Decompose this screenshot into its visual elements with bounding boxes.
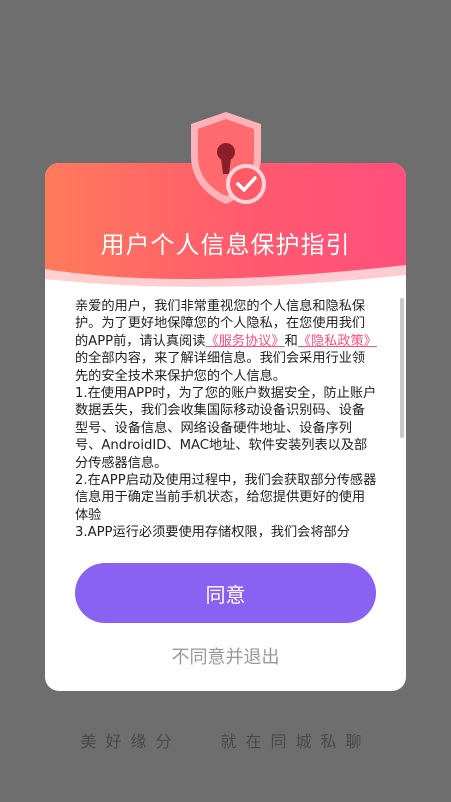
service-agreement-link[interactable]: 《服务协议》	[205, 334, 284, 349]
privacy-policy-link[interactable]: 《隐私政策》	[298, 334, 377, 349]
dialog-title: 用户个人信息保护指引	[100, 231, 351, 259]
content-scrollbar[interactable]	[400, 298, 404, 438]
privacy-dialog: 用户个人信息保护指引 亲爱的用户，我们非常重视您的个人信息和隐私保护。为了更好地…	[45, 163, 406, 691]
privacy-content[interactable]: 亲爱的用户，我们非常重视您的个人信息和隐私保护。为了更好地保障您的个人隐私，在您…	[75, 298, 378, 538]
slogan-left: 美好缘分	[80, 732, 181, 751]
slogan-right: 就在同城私聊	[220, 732, 371, 751]
point-3: 3.APP运行必须要使用存储权限，我们会将部分	[75, 525, 350, 538]
header-wave-decoration	[45, 265, 406, 293]
intro-paragraph: 亲爱的用户，我们非常重视您的个人信息和隐私保护。为了更好地保障您的个人隐私，在您…	[75, 299, 377, 384]
background-slogan: 美好缘分 就在同城私聊	[0, 728, 451, 751]
shield-lock-check-icon	[191, 112, 266, 204]
point-1: 1.在使用APP时，为了您的账户数据安全，防止账户数据丢失，我们会收集国际移动设…	[75, 386, 377, 471]
point-2: 2.在APP启动及使用过程中，我们会获取部分传感器信息用于确定当前手机状态，给您…	[75, 473, 377, 523]
agree-button[interactable]: 同意	[75, 563, 376, 623]
disagree-exit-button[interactable]: 不同意并退出	[45, 643, 406, 669]
